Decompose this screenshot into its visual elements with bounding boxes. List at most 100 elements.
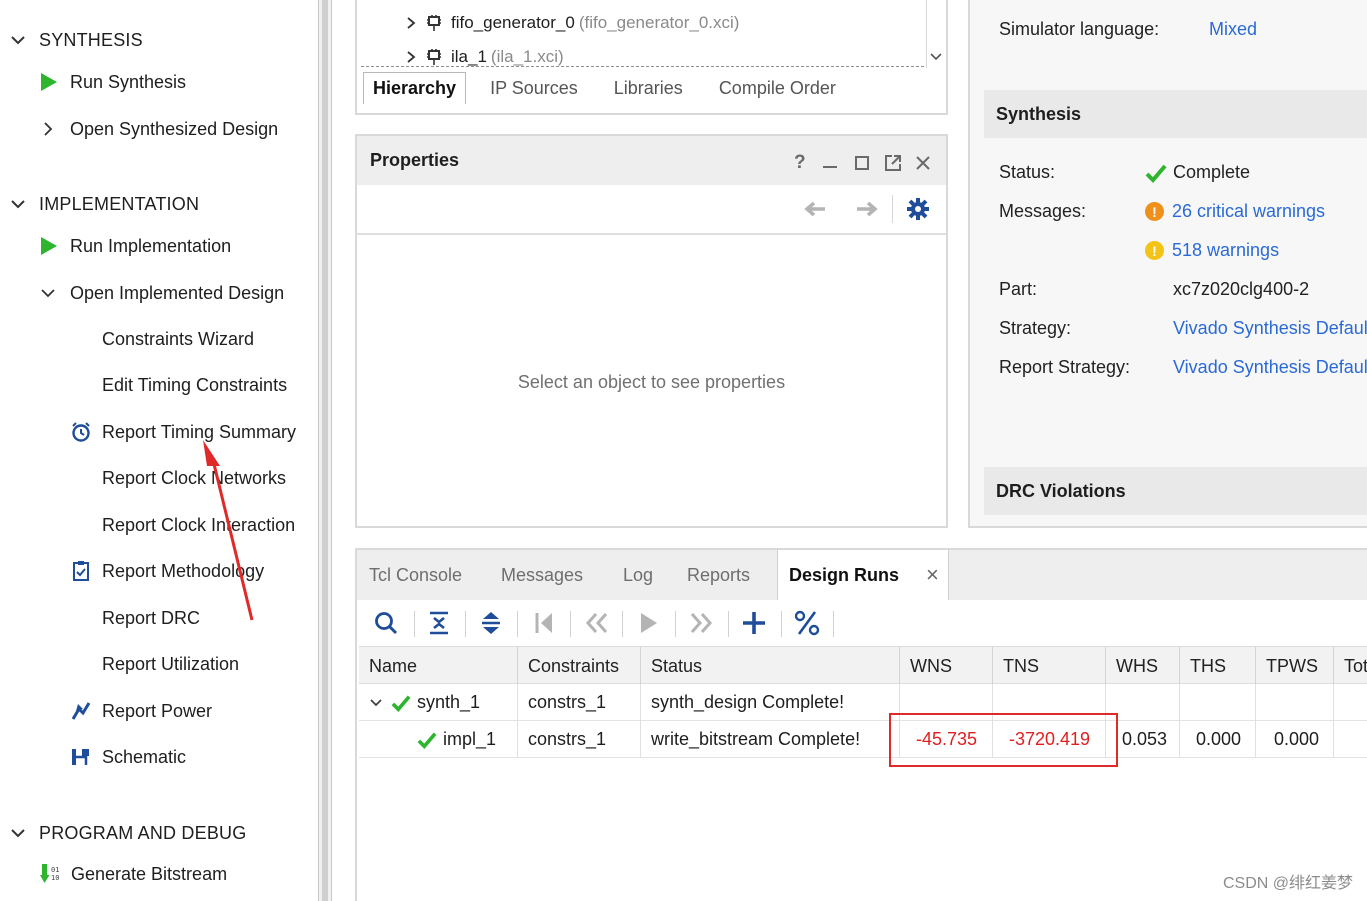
back-arrow-icon[interactable] xyxy=(803,199,827,219)
run-tpws: 0.000 xyxy=(1256,721,1334,758)
nav-constraints-wizard[interactable]: Constraints Wizard xyxy=(102,324,254,354)
tree-node-file: (fifo_generator_0.xci) xyxy=(578,13,740,32)
percent-icon[interactable] xyxy=(792,608,822,638)
navigator-splitter[interactable] xyxy=(318,0,332,901)
nav-report-drc[interactable]: Report DRC xyxy=(102,603,200,633)
strategy-link[interactable]: Vivado Synthesis Defaults xyxy=(1173,318,1367,339)
nav-item-label: Report Clock Interaction xyxy=(102,514,296,535)
chevron-down-icon[interactable] xyxy=(40,285,56,301)
table-row[interactable]: synth_1 constrs_1 synth_design Complete! xyxy=(359,684,1367,721)
add-icon[interactable] xyxy=(739,608,769,638)
tab-tcl-console[interactable]: Tcl Console xyxy=(369,550,462,600)
warnings-link[interactable]: ! 518 warnings xyxy=(1145,240,1279,261)
section-program-and-debug[interactable]: PROGRAM AND DEBUG xyxy=(10,818,246,848)
run-tpws xyxy=(1256,684,1334,721)
nav-schematic[interactable]: Schematic xyxy=(70,742,186,772)
tab-reports[interactable]: Reports xyxy=(687,550,750,600)
scroll-down-icon[interactable] xyxy=(929,52,943,62)
nav-report-power[interactable]: Report Power xyxy=(70,696,212,726)
messages-label: Messages: xyxy=(999,201,1087,221)
critical-warnings-link[interactable]: ! 26 critical warnings xyxy=(1145,201,1325,222)
nav-open-implemented-design[interactable]: Open Implemented Design xyxy=(40,278,284,308)
close-tab-icon[interactable]: × xyxy=(926,562,939,588)
checkmark-icon xyxy=(391,695,411,712)
maximize-icon[interactable] xyxy=(855,156,869,170)
next-icon[interactable] xyxy=(686,608,716,638)
nav-report-clock-networks[interactable]: Report Clock Networks xyxy=(102,463,286,493)
run-name: impl_1 xyxy=(443,729,497,749)
tab-design-runs[interactable]: Design Runs × xyxy=(777,550,949,600)
col-tpws[interactable]: TPWS xyxy=(1256,647,1334,685)
tab-libraries[interactable]: Libraries xyxy=(602,72,695,104)
bottom-panel: Tcl Console Messages Log Reports Design … xyxy=(355,548,1367,901)
chevron-down-icon[interactable] xyxy=(369,696,383,710)
synthesis-section-header[interactable]: Synthesis xyxy=(984,90,1367,138)
nav-report-methodology[interactable]: Report Methodology xyxy=(72,556,264,586)
nav-item-label: Edit Timing Constraints xyxy=(102,374,288,395)
tree-node-ila[interactable]: ila_1 (ila_1.xci) xyxy=(405,46,564,68)
play-icon[interactable] xyxy=(633,608,663,638)
previous-icon[interactable] xyxy=(582,608,612,638)
col-total[interactable]: Tot xyxy=(1334,647,1367,685)
col-constraints[interactable]: Constraints xyxy=(518,647,641,685)
nav-report-clock-interaction[interactable]: Report Clock Interaction xyxy=(102,510,295,540)
tab-messages[interactable]: Messages xyxy=(501,550,583,600)
nav-generate-bitstream[interactable]: 01 10 Generate Bitstream xyxy=(40,859,227,889)
nav-report-timing-summary[interactable]: Report Timing Summary xyxy=(70,417,296,447)
float-icon[interactable] xyxy=(884,154,902,172)
chevron-right-icon[interactable] xyxy=(40,121,56,137)
section-implementation[interactable]: IMPLEMENTATION xyxy=(10,189,199,219)
chevron-down-icon[interactable] xyxy=(10,196,26,212)
design-runs-header: Name Constraints Status WNS TNS WHS THS … xyxy=(359,646,1367,685)
power-icon xyxy=(71,702,91,720)
nav-run-implementation[interactable]: Run Implementation xyxy=(40,231,231,261)
nav-edit-timing-constraints[interactable]: Edit Timing Constraints xyxy=(102,370,287,400)
drc-violations-section-header[interactable]: DRC Violations xyxy=(984,467,1367,515)
report-strategy-label: Report Strategy: xyxy=(999,357,1131,377)
nav-open-synthesized-design[interactable]: Open Synthesized Design xyxy=(40,114,278,144)
chevron-right-icon[interactable] xyxy=(405,50,417,64)
col-ths[interactable]: THS xyxy=(1180,647,1256,685)
project-summary-panel: Simulator language: Mixed Synthesis Stat… xyxy=(968,0,1367,528)
nav-report-utilization[interactable]: Report Utilization xyxy=(102,649,239,679)
minimize-icon[interactable] xyxy=(823,154,837,168)
schematic-icon xyxy=(72,749,89,765)
checkmark-icon xyxy=(1145,164,1167,183)
forward-arrow-icon[interactable] xyxy=(855,199,879,219)
report-strategy-link[interactable]: Vivado Synthesis Defaults xyxy=(1173,357,1367,378)
chevron-down-icon[interactable] xyxy=(10,825,26,841)
first-icon[interactable] xyxy=(529,608,559,638)
close-icon[interactable] xyxy=(915,155,931,171)
tab-ip-sources[interactable]: IP Sources xyxy=(478,72,590,104)
bitstream-icon: 01 10 xyxy=(40,864,59,883)
critical-warnings-text[interactable]: 26 critical warnings xyxy=(1172,201,1325,222)
simulator-language-link[interactable]: Mixed xyxy=(1209,19,1257,40)
tree-scrollbar[interactable] xyxy=(926,0,944,68)
tab-hierarchy[interactable]: Hierarchy xyxy=(363,72,467,104)
chevron-down-icon[interactable] xyxy=(10,32,26,48)
nav-run-synthesis[interactable]: Run Synthesis xyxy=(40,67,186,97)
expand-all-icon[interactable] xyxy=(476,608,506,638)
tab-compile-order[interactable]: Compile Order xyxy=(707,72,848,104)
run-name-cell: synth_1 xyxy=(359,684,518,721)
run-name: synth_1 xyxy=(417,692,481,712)
col-whs[interactable]: WHS xyxy=(1106,647,1180,685)
svg-text:10: 10 xyxy=(51,874,59,882)
help-icon[interactable]: ? xyxy=(794,152,806,174)
col-name[interactable]: Name xyxy=(359,647,518,685)
collapse-all-icon[interactable] xyxy=(424,608,454,638)
bottom-tabs: Tcl Console Messages Log Reports Design … xyxy=(357,550,1367,600)
warnings-text[interactable]: 518 warnings xyxy=(1172,240,1279,261)
chevron-right-icon[interactable] xyxy=(405,16,417,30)
gear-icon[interactable] xyxy=(906,197,930,221)
tab-log[interactable]: Log xyxy=(623,550,653,600)
run-status: synth_design Complete! xyxy=(641,684,900,721)
sources-panel: fifo_generator_0 (fifo_generator_0.xci) … xyxy=(355,0,948,115)
tree-node-fifo-generator[interactable]: fifo_generator_0 (fifo_generator_0.xci) xyxy=(405,10,739,36)
col-tns[interactable]: TNS xyxy=(993,647,1106,685)
section-synthesis[interactable]: SYNTHESIS xyxy=(10,25,143,55)
col-status[interactable]: Status xyxy=(641,647,900,685)
search-icon[interactable] xyxy=(371,608,401,638)
col-wns[interactable]: WNS xyxy=(900,647,993,685)
table-row[interactable]: impl_1 constrs_1 write_bitstream Complet… xyxy=(359,721,1367,758)
